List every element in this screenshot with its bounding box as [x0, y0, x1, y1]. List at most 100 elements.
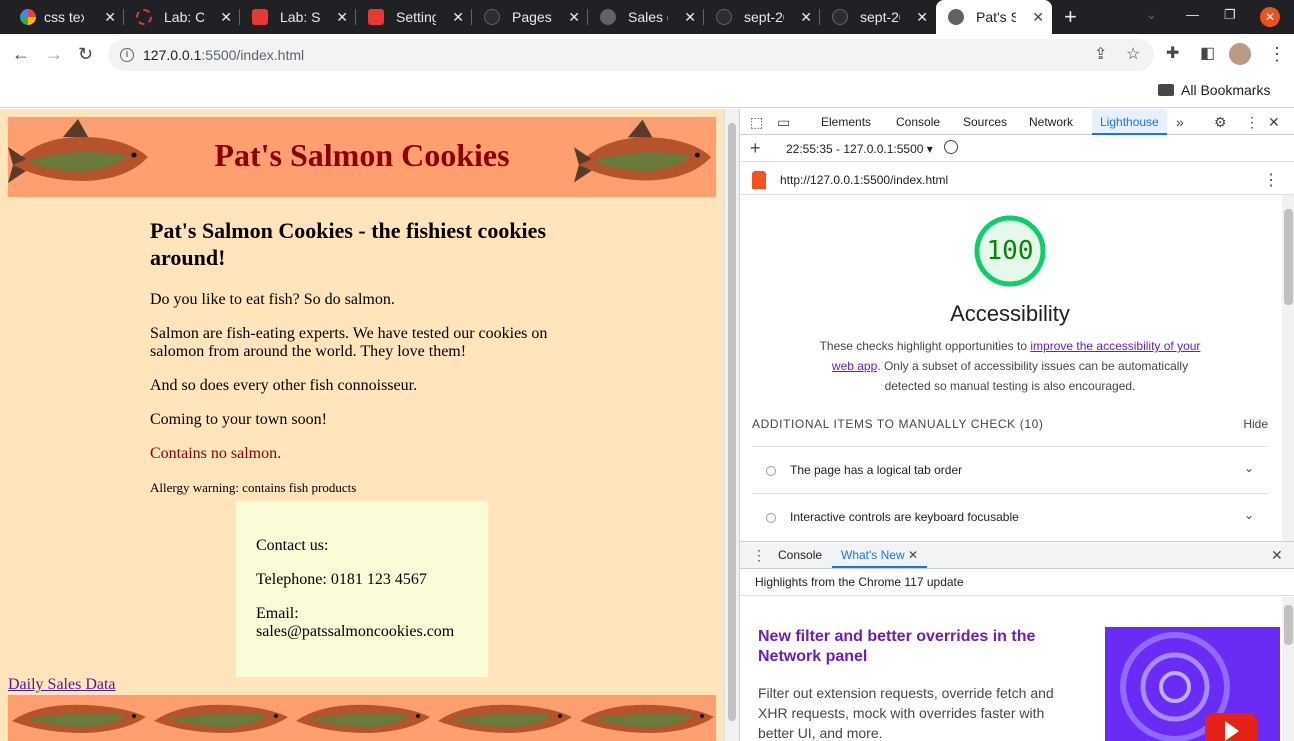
all-bookmarks-button[interactable]: All Bookmarks	[1158, 82, 1270, 98]
clear-icon[interactable]	[944, 140, 958, 154]
close-icon[interactable]: ✕	[1032, 9, 1044, 25]
close-icon[interactable]: ✕	[684, 9, 696, 25]
new-report-icon[interactable]: +	[750, 138, 761, 159]
coming-soon-paragraph: Coming to your town soon!	[150, 411, 327, 428]
contact-title: Contact us:	[256, 537, 329, 554]
tab-network[interactable]: Network	[1029, 109, 1073, 135]
whats-new-body: New filter and better overrides in the N…	[740, 597, 1280, 741]
drawer-tab-console[interactable]: Console	[778, 542, 822, 568]
video-thumbnail[interactable]	[1105, 627, 1280, 741]
inspect-icon[interactable]: ⬚	[750, 114, 763, 130]
devtools-panel: ⬚ ▭ Elements Console Sources Network Lig…	[739, 109, 1294, 741]
tab-3[interactable]: Setting ✕	[356, 0, 472, 34]
audit-title: Interactive controls are keyboard focusa…	[790, 510, 1019, 524]
tab-elements[interactable]: Elements	[821, 109, 871, 135]
tab-active[interactable]: Pat's S ✕	[936, 0, 1052, 34]
device-toolbar-icon[interactable]: ▭	[777, 114, 790, 130]
no-salmon-note: Contains no salmon.	[150, 445, 282, 462]
drawer-tab-whats-new[interactable]: What's New ✕	[832, 542, 928, 568]
report-url[interactable]: http://127.0.0.1:5500/index.html	[780, 173, 948, 187]
bookmarks-bar: All Bookmarks	[0, 76, 1294, 108]
folder-icon	[1158, 84, 1174, 96]
tab-title: sept-20	[860, 9, 900, 25]
tab-search-icon[interactable]: ⌄	[1146, 7, 1157, 23]
minimize-icon[interactable]: —	[1186, 7, 1199, 22]
email-label: Email:	[256, 605, 299, 622]
tab-title: Lab: Sa	[280, 9, 320, 25]
drawer-menu-icon[interactable]: ⋮	[752, 547, 766, 563]
contact-box: Contact us: Telephone: 0181 123 4567 Ema…	[236, 501, 488, 677]
back-icon[interactable]: ←	[12, 44, 30, 64]
tab-1[interactable]: Lab: Cl ✕	[124, 0, 240, 34]
close-icon[interactable]: ✕	[908, 548, 918, 562]
share-icon[interactable]: ⇪	[1094, 45, 1107, 65]
address-bar[interactable]: i 127.0.0.1:5500/index.html ⇪ ☆	[108, 39, 1154, 71]
connoisseur-paragraph: And so does every other fish connoisseur…	[150, 377, 418, 394]
menu-icon[interactable]: ⋮	[1268, 44, 1286, 64]
close-icon[interactable]: ✕	[568, 9, 580, 25]
close-icon[interactable]: ✕	[452, 9, 464, 25]
chevron-down-icon[interactable]: ⌄	[1244, 508, 1254, 522]
report-scrollbar[interactable]	[1282, 195, 1294, 541]
globe-icon	[600, 9, 616, 25]
chevron-down-icon[interactable]: ⌄	[1244, 461, 1254, 475]
main-content: Pat's Salmon Cookies - the fishiest cook…	[150, 217, 570, 497]
tab-title: Lab: Cl	[164, 9, 204, 25]
close-icon[interactable]: ✕	[220, 9, 232, 25]
tab-title: sept-20	[744, 9, 784, 25]
close-icon[interactable]: ✕	[916, 9, 928, 25]
forward-icon[interactable]: →	[45, 44, 63, 64]
toolbar: ← → ↻ i 127.0.0.1:5500/index.html ⇪ ☆ ✚ …	[0, 34, 1294, 76]
more-options-icon[interactable]: ⋮	[1245, 114, 1259, 130]
audit-title: The page has a logical tab order	[790, 463, 963, 477]
tab-console[interactable]: Console	[896, 109, 940, 135]
close-icon[interactable]: ✕	[336, 9, 348, 25]
tab-2[interactable]: Lab: Sa ✕	[240, 0, 356, 34]
tab-7[interactable]: sept-20 ✕	[820, 0, 936, 34]
close-window-icon[interactable]: ✕	[1260, 7, 1280, 27]
footer-fish-band	[8, 695, 716, 741]
reload-icon[interactable]: ↻	[78, 44, 93, 64]
whats-new-title[interactable]: New filter and better overrides in the N…	[758, 627, 1068, 667]
globe-icon	[948, 9, 964, 25]
drawer-scrollbar[interactable]	[1282, 597, 1294, 741]
page-viewport: Pat's Salmon Cookies Pat's Salmon Cookie…	[0, 109, 724, 741]
hide-button[interactable]: Hide	[1243, 417, 1268, 431]
report-menu-icon[interactable]: ⋮	[1263, 170, 1279, 190]
tab-4[interactable]: Pages ✕	[472, 0, 588, 34]
email-address: sales@patssalmoncookies.com	[256, 623, 455, 640]
tab-0[interactable]: css tex ✕	[0, 0, 124, 34]
lighthouse-toolbar: + 22:55:35 - 127.0.0.1:5500 ▾	[740, 136, 1294, 162]
video-thumbnail-art	[1120, 632, 1257, 741]
tab-title: Setting	[396, 9, 436, 25]
restore-icon[interactable]: ❐	[1224, 7, 1236, 23]
daily-sales-link[interactable]: Daily Sales Data	[8, 676, 116, 694]
lighthouse-icon	[752, 171, 766, 189]
tab-5[interactable]: Sales o ✕	[588, 0, 704, 34]
audit-row[interactable]: Interactive controls are keyboard focusa…	[752, 493, 1268, 539]
avatar[interactable]	[1229, 43, 1251, 65]
close-devtools-icon[interactable]: ✕	[1268, 114, 1280, 130]
close-icon[interactable]: ✕	[800, 9, 812, 25]
tab-sources[interactable]: Sources	[963, 109, 1007, 135]
site-info-icon[interactable]: i	[120, 48, 134, 62]
new-tab-icon[interactable]: +	[1064, 6, 1077, 28]
close-icon[interactable]: ✕	[104, 9, 116, 25]
all-bookmarks-label: All Bookmarks	[1181, 82, 1271, 98]
bookmark-star-icon[interactable]: ☆	[1126, 45, 1140, 65]
side-panel-icon[interactable]: ◧	[1200, 44, 1215, 64]
lighthouse-url-bar: http://127.0.0.1:5500/index.html ⋮	[740, 163, 1294, 195]
more-tabs-icon[interactable]: »	[1176, 114, 1184, 130]
audit-row[interactable]: The page has a logical tab order ⌄	[752, 446, 1268, 492]
tab-6[interactable]: sept-20 ✕	[704, 0, 820, 34]
url-text[interactable]: 127.0.0.1:5500/index.html	[143, 47, 304, 63]
devtools-tabbar: ⬚ ▭ Elements Console Sources Network Lig…	[740, 109, 1294, 135]
extensions-icon[interactable]: ✚	[1166, 44, 1179, 64]
close-drawer-icon[interactable]: ✕	[1271, 547, 1283, 563]
settings-gear-icon[interactable]: ⚙	[1214, 114, 1227, 130]
report-selector[interactable]: 22:55:35 - 127.0.0.1:5500 ▾	[786, 142, 933, 156]
code-icon	[368, 9, 384, 25]
manual-checks-heading: ADDITIONAL ITEMS TO MANUALLY CHECK (10)	[752, 417, 1044, 431]
page-scrollbar[interactable]	[724, 109, 739, 741]
tab-lighthouse[interactable]: Lighthouse	[1092, 109, 1167, 135]
